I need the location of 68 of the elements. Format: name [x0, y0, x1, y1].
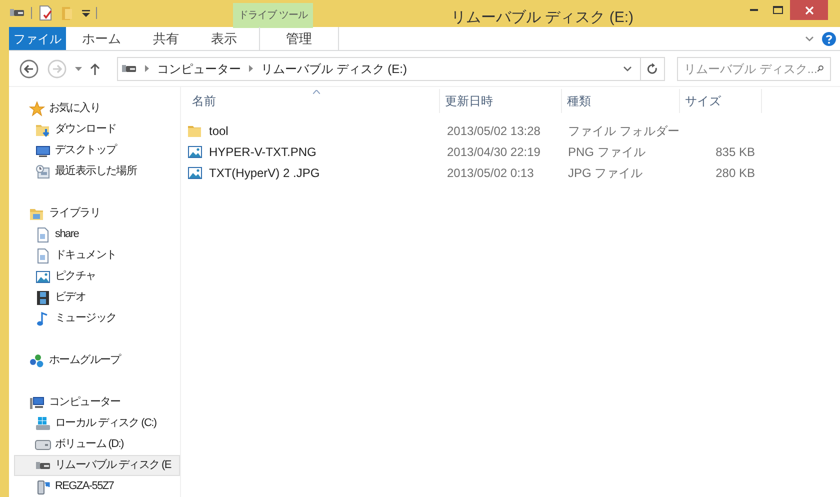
nav-item[interactable]: 最近表示した場所 — [14, 161, 180, 182]
address-dropdown-icon[interactable] — [623, 66, 632, 72]
star-icon — [29, 100, 45, 116]
recent-locations-caret-icon[interactable] — [75, 66, 82, 70]
windows-drive-icon — [35, 416, 51, 432]
nav-item[interactable]: ドキュメント — [14, 245, 180, 266]
nav-item[interactable]: ビデオ — [14, 287, 180, 308]
nav-item[interactable]: リムーバブル ディスク (E — [14, 455, 180, 476]
table-cell: 835 KB — [716, 144, 755, 158]
nav-group-label[interactable]: コンピューター — [49, 394, 120, 411]
breadcrumb[interactable]: コンピューター — [157, 60, 241, 78]
file-tab[interactable]: ファイル — [9, 27, 66, 50]
search-placeholder: リムーバブル ディスク... — [684, 60, 818, 78]
address-bar[interactable]: コンピューター リムーバブル ディスク (E:) — [117, 56, 665, 80]
file-name[interactable]: tool — [209, 122, 228, 140]
film-strip-icon — [35, 290, 51, 306]
nav-item[interactable]: ダウンロード — [14, 119, 180, 140]
media-device-icon — [35, 478, 51, 494]
up-arrow-icon[interactable] — [90, 62, 100, 74]
nav-group-label[interactable]: ライブラリ — [49, 205, 100, 222]
nav-group-label[interactable]: ホームグループ — [49, 352, 120, 369]
customize-caret-icon[interactable] — [82, 9, 90, 17]
properties-icon[interactable] — [38, 5, 54, 21]
nav-item[interactable]: ピクチャ — [14, 266, 180, 287]
ribbon-tab[interactable]: 共有 — [137, 27, 195, 50]
ribbon-tab[interactable]: 表示 — [195, 27, 253, 50]
chevron-icon[interactable] — [144, 65, 150, 72]
column-header[interactable]: サイズ — [680, 89, 762, 113]
file-name[interactable]: TXT(HyperV) 2 .JPG — [209, 164, 320, 182]
window-title: リムーバブル ディスク (E:) — [451, 8, 634, 28]
help-icon[interactable] — [822, 32, 836, 46]
table-cell: 2013/04/30 22:19 — [447, 144, 540, 158]
column-header[interactable]: 種類 — [562, 89, 680, 113]
expand-ribbon-icon[interactable] — [805, 36, 814, 42]
picture-file-icon — [35, 268, 51, 284]
table-cell: JPG ファイル — [568, 166, 643, 180]
table-cell: 2013/05/02 13:28 — [447, 124, 540, 138]
table-cell: 2013/05/02 0:13 — [447, 166, 534, 180]
document-icon — [35, 248, 51, 264]
nav-item[interactable]: ボリューム (D:) — [14, 434, 180, 455]
nav-item[interactable]: ミュージック — [14, 308, 180, 329]
nav-item[interactable]: share — [14, 224, 180, 245]
nav-item[interactable]: REGZA-55Z7 — [14, 476, 180, 497]
computer-icon — [29, 394, 45, 410]
picture-file-icon — [187, 164, 203, 180]
context-tab-group-label: ドライブ ツール — [233, 3, 313, 28]
file-name[interactable]: HYPER-V-TXT.PNG — [209, 142, 316, 160]
homegroup-icon — [29, 352, 45, 368]
back-button[interactable] — [19, 58, 39, 78]
nav-item[interactable]: ローカル ディスク (C:) — [14, 413, 180, 434]
table-cell: PNG ファイル — [568, 144, 646, 158]
table-cell: 280 KB — [716, 166, 755, 180]
column-header[interactable]: 更新日時 — [440, 89, 562, 113]
nav-item[interactable]: デスクトップ — [14, 140, 180, 161]
recent-places-icon — [35, 164, 51, 180]
picture-file-icon — [187, 144, 203, 160]
nav-group-label[interactable]: お気に入り — [49, 100, 100, 117]
table-cell: ファイル フォルダー — [568, 124, 680, 138]
search-icon — [817, 63, 824, 74]
refresh-icon — [647, 62, 658, 74]
ribbon-tab[interactable]: 管理 — [259, 27, 339, 50]
close-icon — [804, 6, 814, 14]
chevron-icon[interactable] — [248, 65, 254, 72]
breadcrumb[interactable]: リムーバブル ディスク (E:) — [261, 60, 407, 78]
column-header[interactable]: 名前 — [187, 89, 440, 113]
close-button[interactable] — [790, 0, 828, 20]
ribbon-tab[interactable]: ホーム — [66, 27, 137, 50]
document-icon — [35, 226, 51, 242]
